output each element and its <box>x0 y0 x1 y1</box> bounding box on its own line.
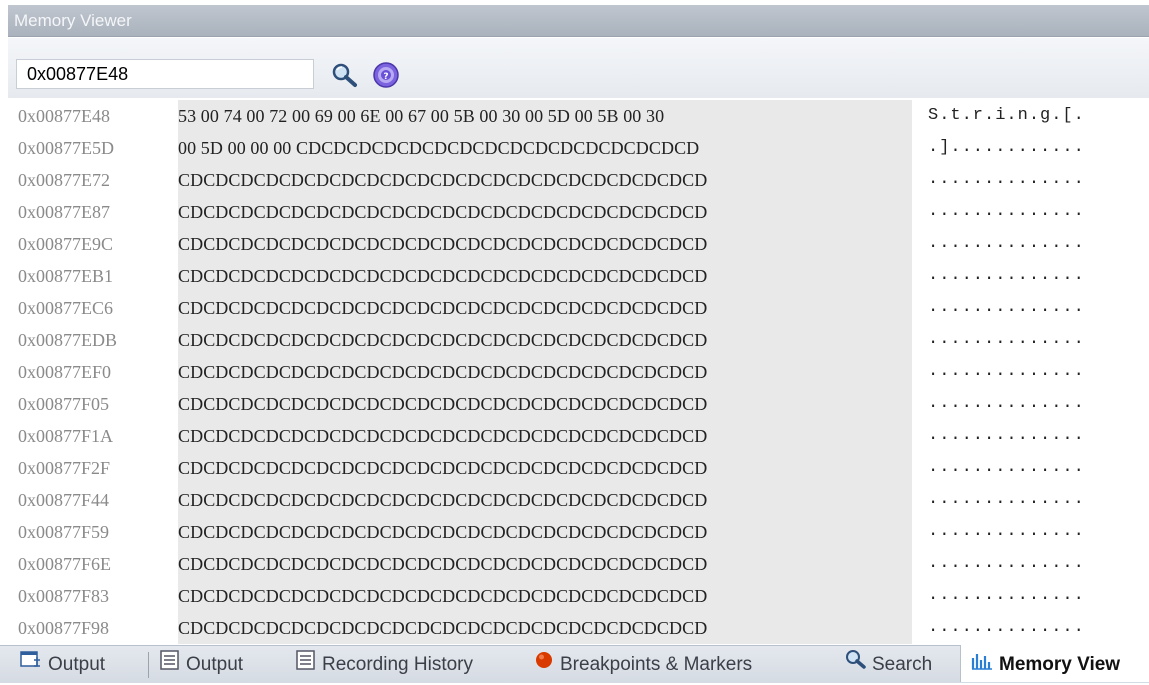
row-ascii: .............. <box>928 522 1085 541</box>
row-hex-bytes: CDCDCDCDCDCDCDCDCDCDCDCDCDCDCDCDCDCDCDCD… <box>178 298 708 318</box>
output-list-icon <box>160 645 180 685</box>
memory-row: 0x00877EF0 CDCDCDCDCDCDCDCDCDCDCDCDCDCDCD… <box>0 356 1149 388</box>
row-hex-bytes: CDCDCDCDCDCDCDCDCDCDCDCDCDCDCDCDCDCDCDCD… <box>178 522 708 542</box>
row-address: 0x00877E48 <box>18 106 110 126</box>
row-ascii: .............. <box>928 586 1085 605</box>
tab-output-build[interactable]: Output <box>20 645 105 682</box>
tab-memory-view[interactable]: Memory View <box>960 645 1149 682</box>
row-address: 0x00877E9C <box>18 234 114 254</box>
row-hex-bytes: CDCDCDCDCDCDCDCDCDCDCDCDCDCDCDCDCDCDCDCD… <box>178 394 708 414</box>
tab-separator <box>148 652 149 678</box>
svg-text:?: ? <box>383 72 388 82</box>
memory-row: 0x00877E9C CDCDCDCDCDCDCDCDCDCDCDCDCDCDCD… <box>0 228 1149 260</box>
magnifier-icon[interactable] <box>330 61 358 89</box>
row-address: 0x00877E5D <box>18 138 114 158</box>
address-input[interactable] <box>16 59 314 89</box>
row-ascii: .............. <box>928 298 1085 317</box>
memory-row: 0x00877EC6 CDCDCDCDCDCDCDCDCDCDCDCDCDCDCD… <box>0 292 1149 324</box>
memory-row: 0x00877F83 CDCDCDCDCDCDCDCDCDCDCDCDCDCDCD… <box>0 580 1149 612</box>
memory-row: 0x00877EB1 CDCDCDCDCDCDCDCDCDCDCDCDCDCDCD… <box>0 260 1149 292</box>
row-address: 0x00877F05 <box>18 394 110 414</box>
row-hex-bytes: CDCDCDCDCDCDCDCDCDCDCDCDCDCDCDCDCDCDCDCD… <box>178 202 708 222</box>
tab-label: Recording History <box>322 654 473 676</box>
memory-row: 0x00877E48 53 00 74 00 72 00 69 00 6E 00 … <box>0 100 1149 132</box>
memory-row: 0x00877F05 CDCDCDCDCDCDCDCDCDCDCDCDCDCDCD… <box>0 388 1149 420</box>
row-hex-bytes: CDCDCDCDCDCDCDCDCDCDCDCDCDCDCDCDCDCDCDCD… <box>178 266 708 286</box>
row-address: 0x00877F2F <box>18 458 111 478</box>
row-ascii: .............. <box>928 330 1085 349</box>
row-ascii: .............. <box>928 426 1085 445</box>
row-address: 0x00877F1A <box>18 426 114 446</box>
row-hex-bytes: CDCDCDCDCDCDCDCDCDCDCDCDCDCDCDCDCDCDCDCD… <box>178 490 708 510</box>
row-hex-bytes: CDCDCDCDCDCDCDCDCDCDCDCDCDCDCDCDCDCDCDCD… <box>178 234 708 254</box>
memory-row: 0x00877F6E CDCDCDCDCDCDCDCDCDCDCDCDCDCDCD… <box>0 548 1149 580</box>
row-address: 0x00877F6E <box>18 554 112 574</box>
tab-label: Output <box>186 654 244 676</box>
row-ascii: .............. <box>928 266 1085 285</box>
row-ascii: .............. <box>928 170 1085 189</box>
tab-search[interactable]: Search <box>844 645 932 682</box>
help-icon[interactable]: ? <box>372 61 400 89</box>
row-address: 0x00877EDB <box>18 330 117 350</box>
tab-recording-history[interactable]: Recording History <box>296 645 473 682</box>
row-ascii: .............. <box>928 362 1085 381</box>
search-icon <box>844 645 866 685</box>
row-hex-bytes: CDCDCDCDCDCDCDCDCDCDCDCDCDCDCDCDCDCDCDCD… <box>178 330 708 350</box>
row-address: 0x00877E72 <box>18 170 110 190</box>
memory-row: 0x00877F59 CDCDCDCDCDCDCDCDCDCDCDCDCDCDCD… <box>0 516 1149 548</box>
row-address: 0x00877F83 <box>18 586 110 606</box>
panel-title: Memory Viewer <box>14 11 132 30</box>
memory-row: 0x00877E87 CDCDCDCDCDCDCDCDCDCDCDCDCDCDCD… <box>0 196 1149 228</box>
row-address: 0x00877F44 <box>18 490 110 510</box>
row-address: 0x00877EF0 <box>18 362 112 382</box>
row-hex-bytes: CDCDCDCDCDCDCDCDCDCDCDCDCDCDCDCDCDCDCDCD… <box>178 170 708 190</box>
tab-label: Memory View <box>999 654 1121 676</box>
row-hex-bytes: CDCDCDCDCDCDCDCDCDCDCDCDCDCDCDCDCDCDCDCD… <box>178 554 708 574</box>
tab-label: Output <box>48 654 106 676</box>
row-hex-bytes: CDCDCDCDCDCDCDCDCDCDCDCDCDCDCDCDCDCDCDCD… <box>178 458 708 478</box>
recording-history-icon <box>296 645 316 685</box>
row-ascii: .............. <box>928 490 1085 509</box>
row-hex-bytes: CDCDCDCDCDCDCDCDCDCDCDCDCDCDCDCDCDCDCDCD… <box>178 426 708 446</box>
memory-view-icon <box>971 645 993 685</box>
memory-row: 0x00877EDB CDCDCDCDCDCDCDCDCDCDCDCDCDCDCD… <box>0 324 1149 356</box>
memory-row: 0x00877F2F CDCDCDCDCDCDCDCDCDCDCDCDCDCDCD… <box>0 452 1149 484</box>
row-address: 0x00877F59 <box>18 522 110 542</box>
row-address: 0x00877EB1 <box>18 266 114 286</box>
row-address: 0x00877E87 <box>18 202 110 222</box>
output-build-icon <box>20 645 42 685</box>
row-ascii: .............. <box>928 234 1085 253</box>
row-address: 0x00877F98 <box>18 618 110 638</box>
memory-row: 0x00877F1A CDCDCDCDCDCDCDCDCDCDCDCDCDCDCD… <box>0 420 1149 452</box>
row-ascii: .............. <box>928 394 1085 413</box>
row-ascii: .............. <box>928 458 1085 477</box>
row-ascii: S.t.r.i.n.g.[. <box>928 106 1085 125</box>
memory-viewer-titlebar: Memory Viewer <box>8 5 1149 37</box>
row-hex-bytes: 00 5D 00 00 00 CDCDCDCDCDCDCDCDCDCDCDCDC… <box>178 138 700 158</box>
row-hex-bytes: CDCDCDCDCDCDCDCDCDCDCDCDCDCDCDCDCDCDCDCD… <box>178 586 708 606</box>
tab-breakpoints-markers[interactable]: Breakpoints & Markers <box>534 645 752 682</box>
row-ascii: .............. <box>928 618 1085 637</box>
row-ascii: .]............ <box>928 138 1085 157</box>
memory-row: 0x00877E72 CDCDCDCDCDCDCDCDCDCDCDCDCDCDCD… <box>0 164 1149 196</box>
breakpoint-icon <box>534 645 554 685</box>
row-ascii: .............. <box>928 202 1085 221</box>
memory-row: 0x00877E5D 00 5D 00 00 00 CDCDCDCDCDCDCDC… <box>0 132 1149 164</box>
tab-output-list[interactable]: Output <box>160 645 243 682</box>
memory-row: 0x00877F44 CDCDCDCDCDCDCDCDCDCDCDCDCDCDCD… <box>0 484 1149 516</box>
tab-label: Breakpoints & Markers <box>560 654 753 676</box>
row-hex-bytes: CDCDCDCDCDCDCDCDCDCDCDCDCDCDCDCDCDCDCDCD… <box>178 618 708 638</box>
row-ascii: .............. <box>928 554 1085 573</box>
row-hex-bytes: CDCDCDCDCDCDCDCDCDCDCDCDCDCDCDCDCDCDCDCD… <box>178 362 708 382</box>
tab-label: Search <box>872 654 933 676</box>
row-hex-bytes: 53 00 74 00 72 00 69 00 6E 00 67 00 5B 0… <box>178 106 665 126</box>
memory-row: 0x00877F98 CDCDCDCDCDCDCDCDCDCDCDCDCDCDCD… <box>0 612 1149 644</box>
row-address: 0x00877EC6 <box>18 298 114 318</box>
